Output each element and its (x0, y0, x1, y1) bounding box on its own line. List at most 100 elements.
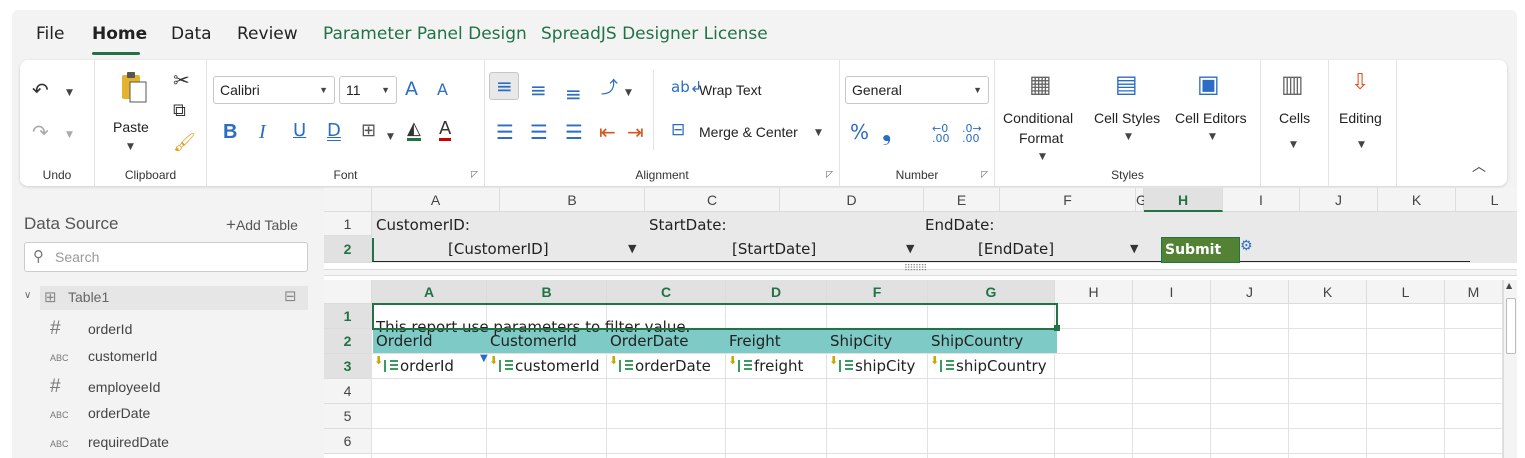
splitter-handle-icon[interactable]: ⠿⠿⠿⠿ (904, 264, 927, 274)
align-left-icon[interactable]: ☰ (496, 122, 514, 142)
row-header[interactable]: 2 (324, 329, 372, 354)
align-middle-icon[interactable]: ≡ (530, 80, 547, 100)
field-item[interactable]: ABC requiredDate (50, 434, 169, 450)
binding-cell[interactable]: orderDate (619, 357, 711, 375)
row-header[interactable]: 1 (324, 304, 372, 329)
column-header[interactable]: L (1367, 280, 1445, 304)
align-center-icon[interactable]: ☰ (530, 122, 548, 142)
wrap-text-icon[interactable]: ab↲ (671, 80, 702, 95)
cells-dropdown-icon[interactable]: ▼ (1290, 140, 1297, 150)
column-header[interactable]: A (372, 280, 487, 304)
table-node[interactable]: ⊞ Table1 ⊟ (40, 286, 308, 310)
redo-dropdown-icon[interactable]: ▼ (66, 130, 73, 140)
cell-styles-button[interactable]: Cell Styles (1094, 110, 1160, 126)
decrease-font-icon[interactable]: A (437, 82, 448, 98)
header-cell[interactable]: Freight (729, 332, 781, 350)
row-header[interactable]: 2 (324, 236, 372, 263)
sheet-splitter[interactable]: ⠿⠿⠿⠿ (324, 264, 1517, 276)
table-preview-icon[interactable]: ⊟ (284, 287, 297, 305)
align-top-icon[interactable]: ≡ (496, 76, 513, 96)
fill-color-icon[interactable]: ◭ (407, 120, 421, 141)
header-cell[interactable]: ShipCountry (931, 332, 1023, 350)
binding-cell[interactable]: customerId (499, 357, 600, 375)
vertical-scrollbar[interactable]: ▲ (1503, 280, 1517, 458)
add-table-button[interactable]: +Add Table (226, 215, 298, 235)
column-header[interactable]: G (928, 280, 1055, 304)
column-header[interactable]: K (1378, 188, 1456, 212)
comma-style-button[interactable]: ❟ (882, 120, 891, 144)
chevron-down-icon[interactable]: ▼ (906, 242, 914, 255)
column-header[interactable]: D (780, 188, 924, 212)
align-right-icon[interactable]: ☰ (565, 122, 583, 142)
paste-button[interactable]: Paste (113, 119, 149, 135)
column-header[interactable]: E (924, 188, 1000, 212)
conditional-format-icon[interactable]: ▦ (1029, 72, 1052, 96)
redo-icon[interactable]: ↷ (32, 122, 49, 142)
bold-button[interactable]: B (223, 122, 237, 142)
corner-cell[interactable] (324, 188, 372, 212)
row-header[interactable]: 3 (324, 354, 372, 379)
merge-center-icon[interactable]: ⊟ (671, 122, 685, 139)
menu-data[interactable]: Data (171, 24, 212, 44)
scrollbar-thumb[interactable] (1506, 298, 1516, 354)
column-header[interactable]: C (607, 280, 726, 304)
cells-button[interactable]: Cells (1279, 110, 1310, 126)
editing-icon[interactable]: ⇩ (1351, 72, 1369, 94)
collapse-ribbon-icon[interactable]: ︿ (1472, 156, 1486, 176)
submit-button[interactable]: Submit (1161, 237, 1240, 263)
row-header[interactable]: 6 (324, 429, 372, 454)
border-dropdown-icon[interactable]: ▼ (387, 132, 394, 142)
corner-cell[interactable] (324, 280, 372, 304)
header-cell[interactable]: ShipCity (830, 332, 892, 350)
menu-file[interactable]: File (36, 24, 64, 44)
cell-editors-button[interactable]: Cell Editors (1175, 110, 1247, 126)
field-item[interactable]: # orderId (50, 318, 132, 340)
editing-dropdown-icon[interactable]: ▼ (1358, 140, 1365, 150)
binding-cell[interactable]: freight (738, 357, 803, 375)
gear-icon[interactable]: ⚙ (1240, 238, 1253, 254)
menu-spreadjs-license[interactable]: SpreadJS Designer License (541, 24, 768, 44)
font-size-select[interactable]: 11 ▼ (339, 76, 397, 104)
column-header[interactable]: B (487, 280, 607, 304)
border-icon[interactable]: ⊞ (361, 122, 376, 140)
column-header[interactable]: F (1000, 188, 1136, 212)
field-item[interactable]: ABC orderDate (50, 405, 150, 421)
binding-cell[interactable]: shipCountry (940, 357, 1047, 375)
column-header[interactable]: J (1211, 280, 1289, 304)
column-header[interactable]: I (1133, 280, 1211, 304)
binding-cell[interactable]: shipCity (839, 357, 915, 375)
cut-icon[interactable]: ✂ (173, 70, 190, 90)
conditional-format-button[interactable]: Conditional (1003, 110, 1073, 126)
customer-id-combo[interactable]: [CustomerID] ▼ (372, 238, 648, 262)
increase-indent-icon[interactable]: ⇥ (627, 122, 644, 142)
font-family-select[interactable]: Calibri ▼ (213, 76, 335, 104)
fill-handle[interactable] (1054, 325, 1060, 331)
chevron-down-icon[interactable]: ▼ (628, 242, 636, 255)
menu-parameter-panel-design[interactable]: Parameter Panel Design (323, 24, 527, 44)
number-format-select[interactable]: General ▼ (845, 76, 989, 104)
scroll-up-icon[interactable]: ▲ (1506, 281, 1512, 290)
cells-icon[interactable]: ▥ (1281, 72, 1304, 96)
header-cell[interactable]: OrderDate (610, 332, 688, 350)
column-header[interactable]: D (726, 280, 827, 304)
cell-styles-dropdown-icon[interactable]: ▼ (1125, 132, 1132, 142)
font-color-icon[interactable]: A (439, 120, 452, 141)
start-date-combo[interactable]: [StartDate] ▼ (648, 238, 924, 262)
column-header[interactable]: K (1289, 280, 1367, 304)
column-header[interactable]: H (1055, 280, 1133, 304)
conditional-format-dropdown-icon[interactable]: ▼ (1039, 152, 1046, 162)
italic-button[interactable]: I (259, 122, 266, 142)
column-header[interactable]: L (1456, 188, 1517, 212)
binding-cell[interactable]: orderId (384, 357, 454, 375)
orientation-dropdown-icon[interactable]: ▼ (625, 88, 632, 98)
end-date-combo[interactable]: [EndDate] ▼ (924, 238, 1150, 262)
column-header[interactable]: H (1144, 188, 1223, 212)
cell-styles-icon[interactable]: ▤ (1115, 72, 1138, 96)
copy-icon[interactable]: ⧉ (173, 102, 186, 120)
cell-editors-dropdown-icon[interactable]: ▼ (1209, 132, 1216, 142)
row-header[interactable]: 5 (324, 404, 372, 429)
column-header[interactable]: J (1300, 188, 1378, 212)
increase-decimal-button[interactable]: ←0.00 (932, 123, 950, 144)
paste-dropdown-icon[interactable]: ▼ (127, 142, 134, 152)
undo-icon[interactable]: ↶ (32, 80, 49, 100)
